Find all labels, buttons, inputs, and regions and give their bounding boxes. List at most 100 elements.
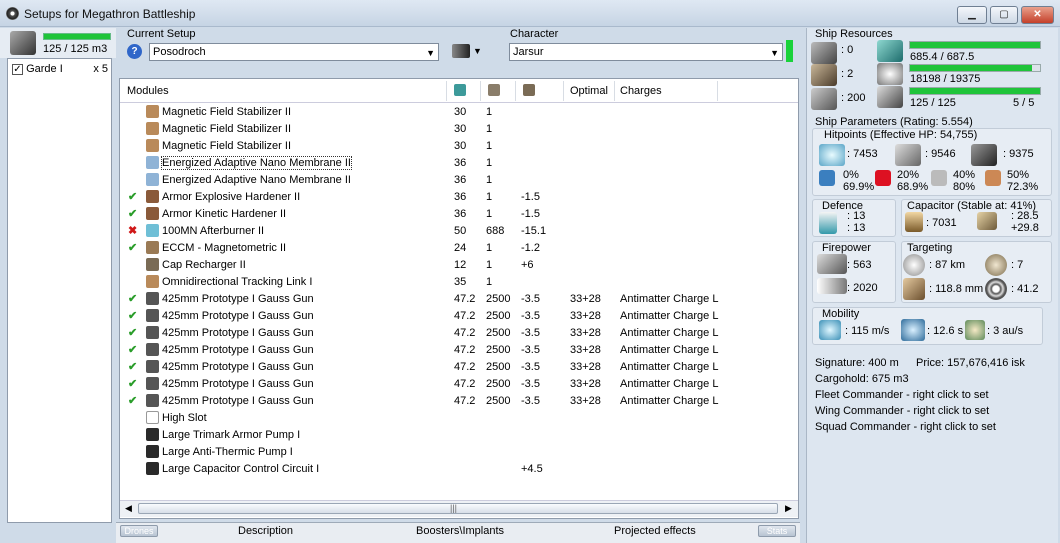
drone-item[interactable]: ✓ Garde I x 5 xyxy=(12,63,108,75)
module-optimal: 33+28 xyxy=(570,293,601,305)
table-row[interactable]: ✔ 425mm Prototype I Gauss Gun 47.2 2500 -3.5… xyxy=(120,308,798,325)
powergrid-bar xyxy=(909,64,1041,72)
table-row[interactable]: ✔ 425mm Prototype I Gauss Gun 47.2 2500 -3.5… xyxy=(120,359,798,376)
res2b: 68.9% xyxy=(897,181,929,193)
drone-count: x 5 xyxy=(93,63,108,75)
squad-commander[interactable]: Squad Commander - right click to set xyxy=(815,421,996,433)
scroll-left-icon[interactable]: ◀ xyxy=(125,503,132,514)
kinetic-resist-icon xyxy=(931,170,947,186)
table-row[interactable]: ✖ 100MN Afterburner II 50 688 -15.1 xyxy=(120,223,798,240)
modules-header: Modules Optimal Charges xyxy=(120,79,798,103)
scrollbar-thumb[interactable] xyxy=(138,503,778,514)
help-icon[interactable]: ? xyxy=(127,44,142,59)
table-row[interactable]: ✔ 425mm Prototype I Gauss Gun 47.2 2500 -3.5… xyxy=(120,291,798,308)
chevron-down-icon[interactable]: ▼ xyxy=(426,45,435,61)
calibration-value: 125 / 125 xyxy=(910,97,956,109)
chevron-down-icon[interactable]: ▼ xyxy=(473,46,482,56)
module-powergrid: 688 xyxy=(486,225,505,237)
minimize-button[interactable]: ▁ xyxy=(957,6,987,24)
price: Price: 157,676,416 isk xyxy=(916,357,1025,369)
close-button[interactable]: ✕ xyxy=(1021,6,1054,24)
module-icon xyxy=(146,105,159,118)
defence-value-2: : 13 xyxy=(847,222,866,234)
wing-commander[interactable]: Wing Commander - right click to set xyxy=(815,405,989,417)
scroll-right-icon[interactable]: ▶ xyxy=(785,503,792,514)
table-row[interactable]: ✔ 425mm Prototype I Gauss Gun 47.2 2500 -3.5… xyxy=(120,342,798,359)
drone-checkbox[interactable]: ✓ xyxy=(12,63,23,75)
table-row[interactable]: Large Capacitor Control Circuit I +4.5 xyxy=(120,461,798,478)
table-row[interactable]: Magnetic Field Stabilizer II 30 1 xyxy=(120,104,798,121)
table-row[interactable]: ✔ 425mm Prototype I Gauss Gun 47.2 2500 -3.5… xyxy=(120,393,798,410)
powergrid-icon xyxy=(877,63,903,85)
cpu-value: 685.4 / 687.5 xyxy=(910,51,975,63)
table-row[interactable]: ✔ Armor Kinetic Hardener II 36 1 -1.5 xyxy=(120,206,798,223)
chevron-down-icon[interactable]: ▼ xyxy=(770,45,779,61)
powergrid-icon[interactable] xyxy=(488,84,500,96)
tab-stats[interactable]: Stats xyxy=(758,525,796,537)
module-powergrid: 1 xyxy=(486,140,493,152)
volley-icon xyxy=(817,278,847,294)
tab-description[interactable]: Description xyxy=(238,525,293,537)
table-row[interactable]: Large Anti-Thermic Pump I xyxy=(120,444,798,461)
module-capacitor: +6 xyxy=(521,259,534,271)
module-name: Large Trimark Armor Pump I xyxy=(162,429,301,441)
cpu-icon[interactable] xyxy=(454,84,466,96)
module-name: Energized Adaptive Nano Membrane II xyxy=(161,156,352,170)
tab-boosters-implants[interactable]: Boosters\Implants xyxy=(416,525,504,537)
table-row[interactable]: ✔ Armor Explosive Hardener II 36 1 -1.5 xyxy=(120,189,798,206)
table-row[interactable]: Magnetic Field Stabilizer II 30 1 xyxy=(120,138,798,155)
maximize-button[interactable]: ▢ xyxy=(990,6,1018,24)
module-cpu: 50 xyxy=(454,225,467,237)
module-cpu: 47.2 xyxy=(454,344,476,356)
table-row[interactable]: ✔ 425mm Prototype I Gauss Gun 47.2 2500 -3.5… xyxy=(120,325,798,342)
module-powergrid: 1 xyxy=(486,174,493,186)
capacitor-recharge-icon xyxy=(977,212,997,230)
col-optimal[interactable]: Optimal xyxy=(570,85,608,97)
explosive-resist-icon xyxy=(985,170,1001,186)
status-icon: ✔ xyxy=(128,378,138,390)
firepower-title: Firepower xyxy=(822,242,871,254)
module-powergrid: 1 xyxy=(486,242,493,254)
col-charges[interactable]: Charges xyxy=(620,85,662,97)
table-row[interactable]: Energized Adaptive Nano Membrane II 36 1 xyxy=(120,155,798,172)
module-powergrid: 2500 xyxy=(486,344,511,356)
weapon-menu-icon[interactable] xyxy=(452,44,470,58)
table-row[interactable]: ✔ 425mm Prototype I Gauss Gun 47.2 2500 -3.5… xyxy=(120,376,798,393)
module-name: Large Capacitor Control Circuit I xyxy=(162,463,320,475)
turret-count: 5 / 5 xyxy=(1013,97,1035,109)
module-name: Energized Adaptive Nano Membrane II xyxy=(162,174,351,186)
status-icon: ✔ xyxy=(128,293,138,305)
character-select[interactable]: Jarsur ▼ xyxy=(509,43,783,61)
module-charge: Antimatter Charge L xyxy=(620,293,719,305)
table-row[interactable]: High Slot xyxy=(120,410,798,427)
module-capacitor: -1.5 xyxy=(521,208,540,220)
module-cpu: 35 xyxy=(454,276,467,288)
tab-projected-effects[interactable]: Projected effects xyxy=(614,525,696,537)
app-icon xyxy=(6,7,19,20)
table-row[interactable]: Energized Adaptive Nano Membrane II 36 1 xyxy=(120,172,798,189)
module-name: Magnetic Field Stabilizer II xyxy=(162,106,291,118)
table-row[interactable]: ✔ ECCM - Magnetometric II 24 1 -1.2 xyxy=(120,240,798,257)
target-range: : 87 km xyxy=(929,259,966,271)
setup-select[interactable]: Posodroch ▼ xyxy=(149,43,439,61)
table-row[interactable]: Large Trimark Armor Pump I xyxy=(120,427,798,444)
module-icon xyxy=(146,275,159,288)
module-cpu: 47.2 xyxy=(454,395,476,407)
module-icon xyxy=(146,258,159,271)
drone-list[interactable] xyxy=(7,58,112,523)
capacitor-icon[interactable] xyxy=(523,84,535,96)
tab-drones[interactable]: Drones xyxy=(120,525,158,537)
res1a: 0% xyxy=(843,169,859,181)
character-value: Jarsur xyxy=(513,46,544,58)
col-modules[interactable]: Modules xyxy=(127,85,169,97)
table-row[interactable]: Omnidirectional Tracking Link I 35 1 xyxy=(120,274,798,291)
fleet-commander[interactable]: Fleet Commander - right click to set xyxy=(815,389,989,401)
module-icon xyxy=(146,445,159,458)
table-row[interactable]: Magnetic Field Stabilizer II 30 1 xyxy=(120,121,798,138)
table-row[interactable]: Cap Recharger II 12 1 +6 xyxy=(120,257,798,274)
module-powergrid: 1 xyxy=(486,157,493,169)
shield-hp: : 7453 xyxy=(847,148,878,160)
med-slot-icon xyxy=(811,64,837,86)
module-icon xyxy=(146,139,159,152)
module-name: Cap Recharger II xyxy=(162,259,246,271)
